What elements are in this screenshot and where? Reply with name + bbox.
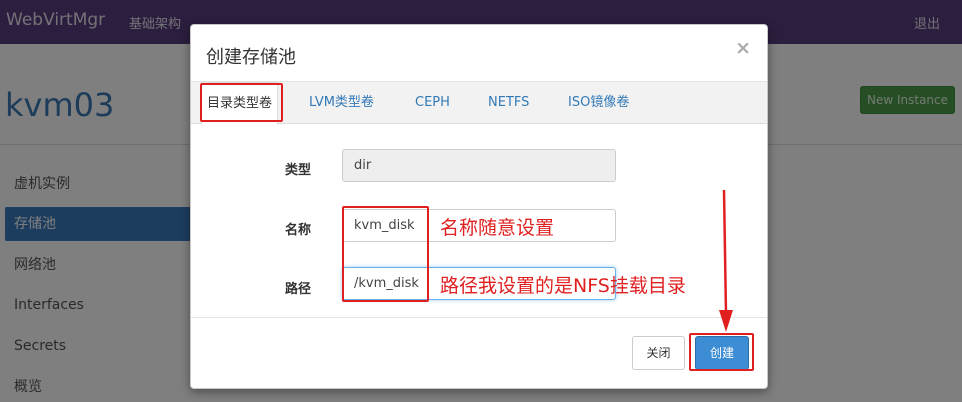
path-label: 路径 [285, 282, 312, 297]
name-label: 名称 [285, 223, 312, 238]
close-icon[interactable]: × [735, 37, 751, 59]
type-field: dir [342, 149, 616, 182]
type-label: 类型 [285, 163, 312, 178]
modal-title: 创建存储池 [206, 47, 296, 68]
tab-iso[interactable]: ISO镜像卷 [568, 82, 629, 124]
tab-netfs[interactable]: NETFS [488, 82, 529, 124]
annotation-name-note: 名称随意设置 [440, 217, 555, 239]
close-button[interactable]: 关闭 [632, 336, 685, 370]
annotation-arrow-icon [719, 189, 733, 332]
create-storage-pool-modal: 创建存储池 × 目录类型卷 LVM类型卷 CEPH NETFS ISO镜像卷 类… [190, 24, 768, 389]
highlight-create-button [689, 333, 754, 371]
highlight-name-path-fields [342, 206, 429, 302]
modal-footer-divider [191, 317, 767, 318]
annotation-path-note: 路径我设置的是NFS挂载目录 [440, 275, 686, 297]
highlight-dir-tab [200, 83, 283, 122]
tab-lvm[interactable]: LVM类型卷 [309, 82, 374, 124]
tab-ceph[interactable]: CEPH [415, 82, 450, 124]
